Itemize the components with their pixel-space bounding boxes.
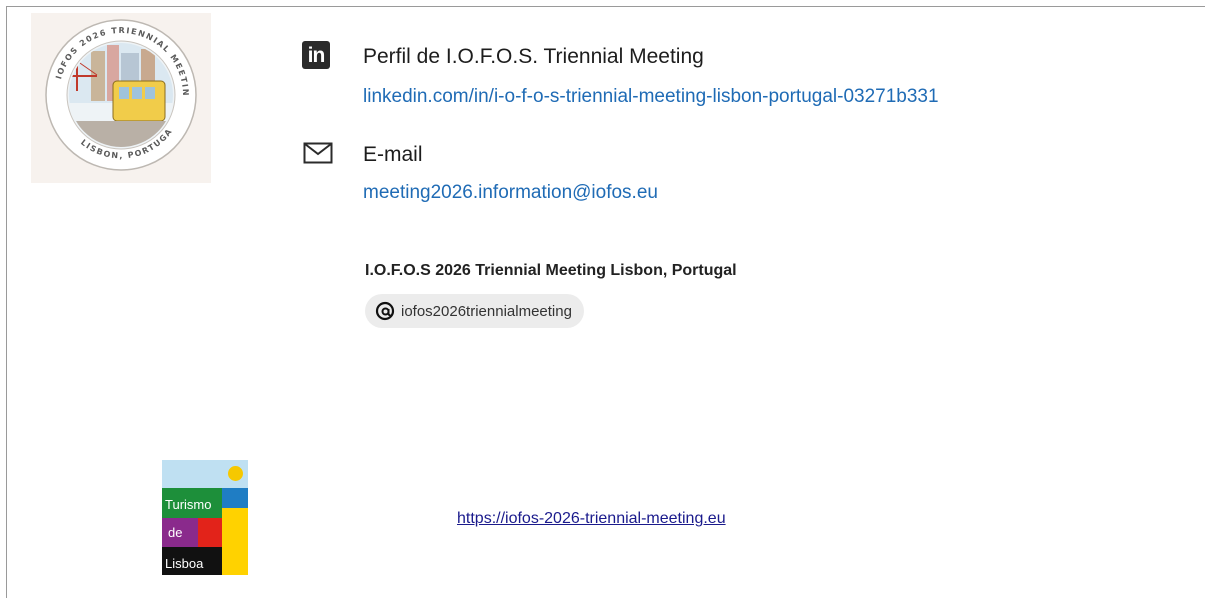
frame-border-left bbox=[6, 6, 7, 598]
turismo-logo-line2: de bbox=[168, 525, 183, 540]
threads-handle-chip[interactable]: iofos2026triennialmeeting bbox=[365, 294, 584, 328]
email-title: E-mail bbox=[363, 143, 423, 166]
frame-border-top bbox=[6, 6, 1205, 7]
linkedin-profile-link[interactable]: linkedin.com/in/i-o-f-o-s-triennial-meet… bbox=[363, 86, 939, 108]
turismo-logo-line1: Turismo bbox=[165, 497, 212, 512]
website-link[interactable]: https://iofos-2026-triennial-meeting.eu bbox=[457, 510, 726, 528]
turismo-de-lisboa-logo: Turismo de Lisboa bbox=[162, 460, 248, 575]
threads-icon bbox=[375, 301, 395, 321]
organization-heading: I.O.F.O.S 2026 Triennial Meeting Lisbon,… bbox=[365, 262, 737, 279]
turismo-logo-line3: Lisboa bbox=[165, 556, 204, 571]
linkedin-icon[interactable]: in bbox=[302, 41, 330, 69]
email-link[interactable]: meeting2026.information@iofos.eu bbox=[363, 182, 658, 204]
meeting-logo: IOFOS 2026 TRIENNIAL MEETING LISBON, POR… bbox=[31, 13, 211, 183]
threads-handle: iofos2026triennialmeeting bbox=[401, 302, 572, 320]
linkedin-profile-title: Perfil de I.O.F.O.S. Triennial Meeting bbox=[363, 45, 704, 68]
mail-icon bbox=[303, 142, 333, 169]
